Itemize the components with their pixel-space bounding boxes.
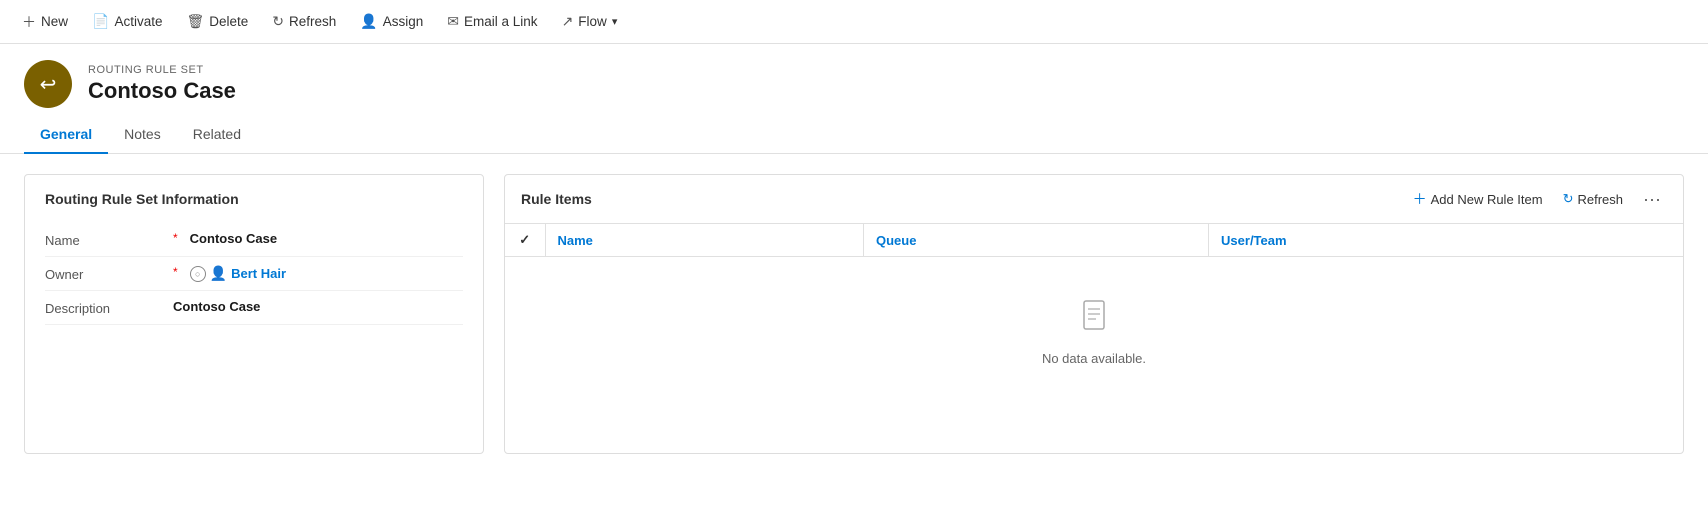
owner-person-icon: 👤 (210, 265, 227, 282)
empty-document-icon (1076, 297, 1112, 341)
empty-text: No data available. (1042, 351, 1146, 366)
activate-label: Activate (114, 14, 162, 29)
rule-refresh-label: Refresh (1577, 192, 1623, 207)
right-panel: Rule Items ＋ Add New Rule Item ↻ Refresh… (504, 174, 1684, 454)
avatar-icon: ↩ (40, 72, 57, 97)
left-panel: Routing Rule Set Information Name * Cont… (24, 174, 484, 454)
new-button[interactable]: ＋ New (12, 7, 78, 37)
refresh-icon: ↻ (272, 13, 284, 30)
assign-button[interactable]: 👤 Assign (350, 8, 433, 35)
record-header: ↩ ROUTING RULE SET Contoso Case (0, 44, 1708, 116)
refresh-button[interactable]: ↻ Refresh (262, 8, 346, 35)
name-required-star: * (173, 231, 178, 245)
empty-state-row: No data available. (505, 257, 1683, 407)
toolbar: ＋ New 📄 Activate 🗑 Delete ↻ Refresh 👤 As… (0, 0, 1708, 44)
rule-items-title: Rule Items (521, 191, 1399, 207)
new-label: New (41, 14, 68, 29)
field-label-name: Name (45, 231, 165, 248)
owner-required-star: * (173, 265, 178, 279)
field-label-description: Description (45, 299, 165, 316)
owner-name-link[interactable]: Bert Hair (231, 266, 286, 281)
col-header-check: ✓ (505, 224, 545, 257)
email-link-button[interactable]: ✉ Email a Link (437, 8, 547, 35)
refresh-label: Refresh (289, 14, 336, 29)
add-rule-label: Add New Rule Item (1431, 192, 1543, 207)
avatar: ↩ (24, 60, 72, 108)
tab-notes[interactable]: Notes (108, 116, 177, 154)
assign-label: Assign (383, 14, 424, 29)
field-value-description: Contoso Case (173, 299, 463, 314)
field-value-name: Contoso Case (190, 231, 463, 246)
owner-circle-icon: ○ (190, 266, 206, 282)
record-title-area: ROUTING RULE SET Contoso Case (88, 64, 236, 104)
field-row-owner: Owner * ○ 👤 Bert Hair (45, 257, 463, 291)
flow-button[interactable]: ↗ Flow ▾ (552, 8, 628, 35)
add-rule-icon: ＋ (1413, 189, 1427, 209)
rule-items-refresh-button[interactable]: ↻ Refresh (1557, 187, 1629, 211)
field-row-description: Description Contoso Case (45, 291, 463, 325)
record-title: Contoso Case (88, 78, 236, 104)
rule-items-header: Rule Items ＋ Add New Rule Item ↻ Refresh… (505, 175, 1683, 224)
field-label-owner: Owner (45, 265, 165, 282)
table-header-row: ✓ Name Queue User/Team (505, 224, 1683, 257)
delete-icon: 🗑 (186, 13, 204, 30)
left-panel-title: Routing Rule Set Information (45, 191, 463, 207)
record-subtitle: ROUTING RULE SET (88, 64, 236, 76)
tab-related[interactable]: Related (177, 116, 257, 154)
field-row-name: Name * Contoso Case (45, 223, 463, 257)
flow-chevron-icon: ▾ (612, 15, 618, 28)
activate-icon: 📄 (92, 13, 109, 30)
assign-icon: 👤 (360, 13, 377, 30)
delete-button[interactable]: 🗑 Delete (176, 8, 258, 35)
rule-items-table: ✓ Name Queue User/Team (505, 224, 1683, 406)
activate-button[interactable]: 📄 Activate (82, 8, 172, 35)
main-content: Routing Rule Set Information Name * Cont… (0, 154, 1708, 474)
rule-refresh-icon: ↻ (1563, 191, 1574, 207)
add-new-rule-item-button[interactable]: ＋ Add New Rule Item (1407, 185, 1549, 213)
col-header-userteam: User/Team (1209, 224, 1683, 257)
tabs-bar: General Notes Related (0, 116, 1708, 154)
flow-label: Flow (578, 14, 607, 29)
tab-general[interactable]: General (24, 116, 108, 154)
new-icon: ＋ (22, 12, 36, 32)
col-header-queue: Queue (863, 224, 1208, 257)
flow-icon: ↗ (562, 13, 574, 30)
delete-label: Delete (209, 14, 248, 29)
empty-state: No data available. (505, 257, 1683, 406)
more-options-button[interactable]: ··· (1637, 187, 1667, 212)
empty-state-cell: No data available. (505, 257, 1683, 407)
owner-field-value: ○ 👤 Bert Hair (190, 265, 463, 282)
email-link-label: Email a Link (464, 14, 538, 29)
col-header-name: Name (545, 224, 863, 257)
email-icon: ✉ (447, 13, 459, 30)
